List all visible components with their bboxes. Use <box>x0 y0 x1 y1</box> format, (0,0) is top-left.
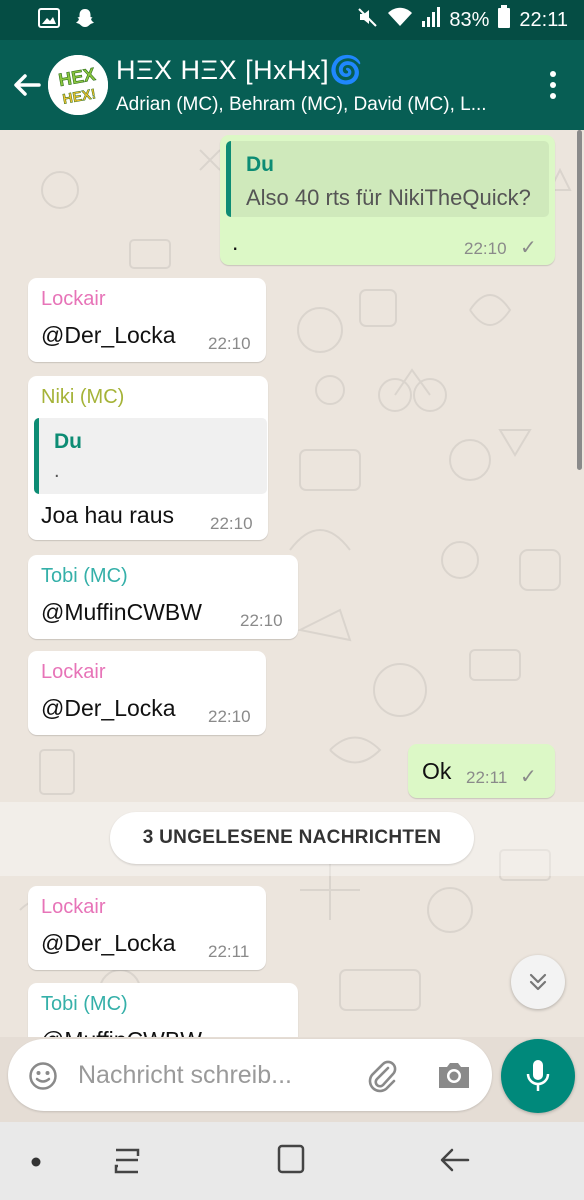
quoted-message[interactable]: Du . <box>34 418 267 494</box>
message-input[interactable] <box>78 1039 348 1111</box>
attach-icon[interactable] <box>366 1059 400 1098</box>
message-text: @Der_Locka <box>41 322 176 348</box>
message-time: 22:11 <box>466 768 508 787</box>
message-time: 22:10 <box>464 239 507 258</box>
group-members[interactable]: Adrian (MC), Behram (MC), David (MC), L.… <box>116 94 516 116</box>
voice-message-button[interactable] <box>501 1039 575 1113</box>
chevron-double-down-icon <box>529 973 547 991</box>
message-bubble-incoming[interactable]: Niki (MC) Du . Joa hau raus 22:10 <box>28 376 268 540</box>
battery-level: 83% <box>449 8 490 31</box>
message-sender[interactable]: Tobi (MC) <box>41 993 128 1016</box>
message-bubble-outgoing[interactable]: Du Also 40 rts für NikiTheQuick? . 22:10… <box>220 135 555 265</box>
quoted-sender: Du <box>54 430 82 453</box>
chat-area[interactable]: Du Also 40 rts für NikiTheQuick? . 22:10… <box>0 130 584 1037</box>
system-nav-bar <box>0 1122 584 1200</box>
message-sender[interactable]: Lockair <box>41 661 105 684</box>
message-bubble-incoming[interactable]: Lockair @Der_Locka 22:10 <box>28 651 266 735</box>
mic-icon <box>526 1060 550 1091</box>
message-bubble-incoming[interactable]: Tobi (MC) @MuffinCWBW 22:10 <box>28 555 298 639</box>
chat-header: HEX HEX! HΞX HΞX [HxHx]🌀 Adrian (MC), Be… <box>0 40 584 130</box>
delivered-check-icon: ✓ <box>520 766 537 788</box>
quoted-message[interactable]: Du Also 40 rts für NikiTheQuick? <box>226 141 549 217</box>
home-icon[interactable] <box>276 1142 306 1183</box>
message-sender[interactable]: Niki (MC) <box>41 386 124 409</box>
back-arrow-icon[interactable] <box>10 68 44 102</box>
message-text: @Der_Locka <box>41 695 176 721</box>
message-text: Joa hau raus <box>41 502 174 528</box>
delivered-check-icon: ✓ <box>520 237 537 259</box>
recent-apps-icon[interactable] <box>112 1142 144 1183</box>
wifi-icon <box>387 6 413 34</box>
quoted-text: Also 40 rts für NikiTheQuick? <box>246 185 531 210</box>
message-time: 22:11 <box>208 942 250 961</box>
message-text: @MuffinCWBW <box>41 599 202 625</box>
scrollbar-thumb[interactable] <box>577 130 582 470</box>
clock: 22:11 <box>519 8 568 31</box>
message-time: 22:10 <box>240 611 283 630</box>
quoted-text: . <box>54 460 60 482</box>
message-bubble-incoming[interactable]: Tobi (MC) @MuffinCWBW <box>28 983 298 1037</box>
group-title[interactable]: HΞX HΞX [HxHx]🌀 <box>116 54 363 86</box>
message-bubble-outgoing[interactable]: Ok 22:11 ✓ <box>408 744 555 798</box>
snapchat-icon <box>74 7 96 34</box>
message-time: 22:10 <box>208 334 251 353</box>
more-vert-icon[interactable] <box>550 71 558 104</box>
message-text: @Der_Locka <box>41 930 176 956</box>
message-text: @MuffinCWBW <box>41 1027 202 1037</box>
message-time: 22:10 <box>210 514 253 533</box>
unread-count-label: 3 UNGELESENE NACHRICHTEN <box>110 812 474 864</box>
status-bar: 83% 22:11 <box>0 0 584 40</box>
scroll-to-bottom-button[interactable] <box>511 955 565 1009</box>
image-icon <box>38 7 60 33</box>
message-bubble-incoming[interactable]: Lockair @Der_Locka 22:10 <box>28 278 266 362</box>
message-text: Ok <box>422 758 452 784</box>
message-sender[interactable]: Lockair <box>41 288 105 311</box>
message-text: . <box>232 229 239 255</box>
quoted-sender: Du <box>246 153 274 176</box>
message-time: 22:10 <box>208 707 251 726</box>
battery-icon <box>497 5 511 35</box>
composer-bar <box>8 1039 492 1111</box>
signal-icon <box>421 6 441 34</box>
unread-divider: 3 UNGELESENE NACHRICHTEN <box>0 802 584 876</box>
message-bubble-incoming[interactable]: Lockair @Der_Locka 22:11 <box>28 886 266 970</box>
mute-icon <box>357 6 379 34</box>
camera-icon[interactable] <box>436 1059 472 1096</box>
message-sender[interactable]: Lockair <box>41 896 105 919</box>
nav-dot-icon[interactable] <box>30 1155 42 1173</box>
emoji-icon[interactable] <box>28 1061 58 1096</box>
back-icon[interactable] <box>438 1142 472 1183</box>
message-sender[interactable]: Tobi (MC) <box>41 565 128 588</box>
group-avatar[interactable]: HEX HEX! <box>48 55 108 115</box>
